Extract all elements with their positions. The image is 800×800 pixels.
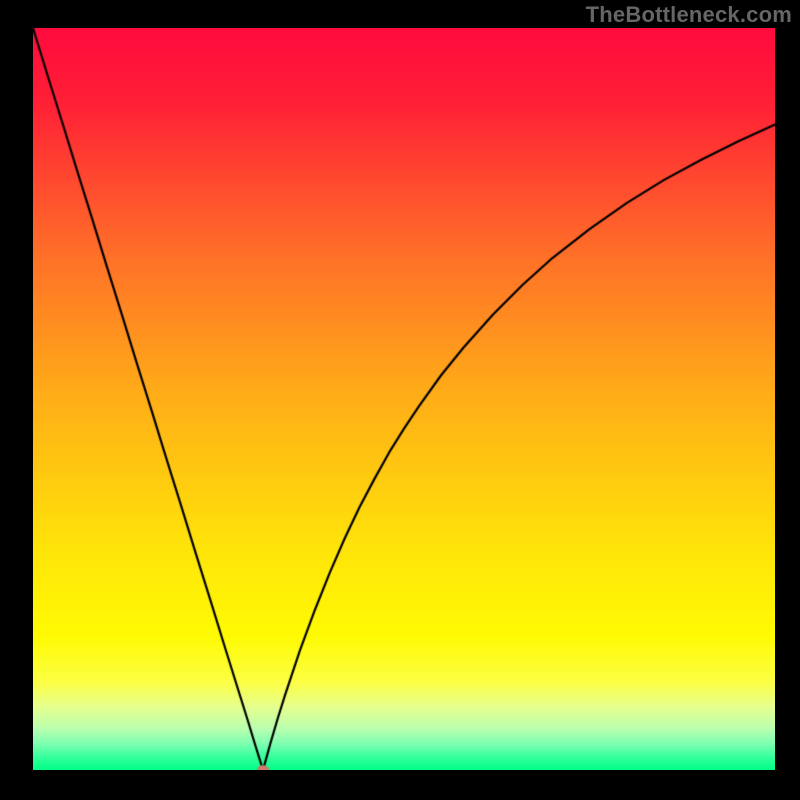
chart-container: TheBottleneck.com	[0, 0, 800, 800]
plot-area	[33, 28, 775, 770]
watermark-text: TheBottleneck.com	[586, 2, 792, 28]
bottleneck-chart-canvas	[33, 28, 775, 770]
